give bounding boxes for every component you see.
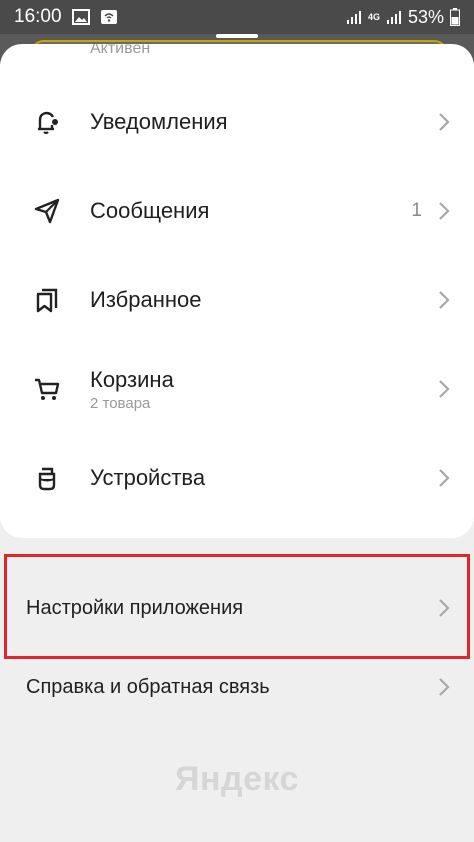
image-icon bbox=[71, 9, 90, 25]
chevron-right-icon bbox=[436, 111, 452, 133]
cart-items-count: 2 товара bbox=[90, 394, 151, 412]
send-icon bbox=[32, 196, 62, 226]
menu-item-favorites[interactable]: Избранное bbox=[0, 256, 474, 344]
cart-icon bbox=[32, 374, 62, 404]
chevron-right-icon bbox=[436, 200, 452, 222]
menu-item-label: Устройства bbox=[90, 465, 206, 490]
menu-item-devices[interactable]: Устройства bbox=[0, 434, 474, 522]
menu-item-label: Сообщения bbox=[90, 198, 210, 223]
profile-menu-sheet: Активен Уведомления Сообщения 1 Избранно… bbox=[0, 44, 474, 538]
highlight-box bbox=[4, 554, 470, 659]
wifi-icon bbox=[100, 9, 118, 25]
account-status-text: Активен bbox=[90, 44, 151, 57]
menu-item-label: Корзина bbox=[90, 366, 174, 392]
menu-item-notifications[interactable]: Уведомления bbox=[0, 78, 474, 166]
menu-item-label: Уведомления bbox=[90, 109, 228, 134]
unread-count-badge: 1 bbox=[411, 200, 422, 221]
status-time: 16:00 bbox=[14, 6, 62, 27]
chevron-right-icon bbox=[436, 378, 452, 400]
menu-item-messages[interactable]: Сообщения 1 bbox=[0, 167, 474, 255]
chevron-right-icon bbox=[436, 676, 452, 698]
signal-icon bbox=[346, 9, 362, 25]
menu-item-cart[interactable]: Корзина 2 товара bbox=[0, 345, 474, 433]
battery-icon bbox=[450, 8, 460, 26]
yandex-logo: Яндекс bbox=[175, 760, 299, 798]
device-icon bbox=[32, 463, 62, 493]
sheet-grabber-handle[interactable] bbox=[216, 34, 258, 38]
menu-item-label: Избранное bbox=[90, 287, 202, 312]
help-feedback-label: Справка и обратная связь bbox=[26, 675, 270, 698]
chevron-right-icon bbox=[436, 289, 452, 311]
signal-icon-2 bbox=[386, 9, 402, 25]
network-type-label: 4G bbox=[367, 11, 380, 22]
battery-percent: 53% bbox=[407, 6, 444, 27]
bookmarks-icon bbox=[32, 285, 62, 315]
bell-icon bbox=[32, 107, 62, 137]
status-bar: 16:00 4G 53% bbox=[0, 0, 474, 34]
chevron-right-icon bbox=[436, 467, 452, 489]
help-feedback-item[interactable]: Справка и обратная связь bbox=[0, 660, 474, 714]
